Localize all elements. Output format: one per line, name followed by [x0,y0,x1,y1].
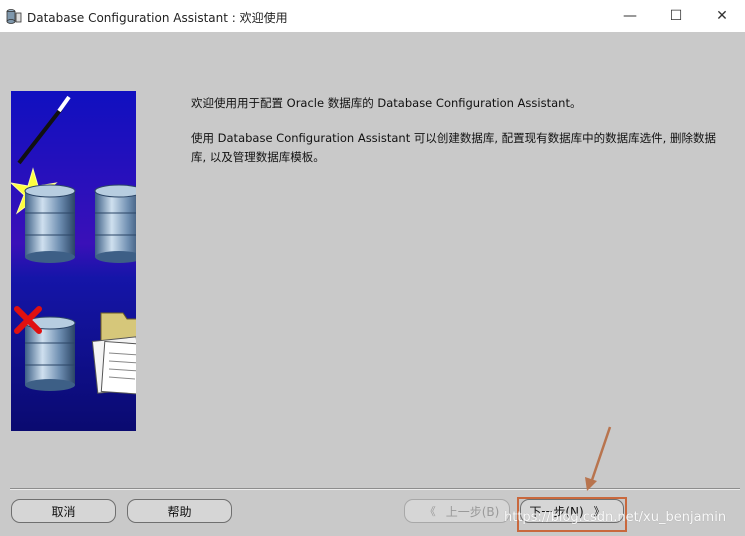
delete-database-icon [14,306,76,391]
close-button[interactable]: ✕ [699,0,745,32]
cancel-button[interactable]: 取消 [11,499,116,523]
database-options-icon [94,184,136,263]
help-button[interactable]: 帮助 [127,499,232,523]
description-text: 使用 Database Configuration Assistant 可以创建… [191,131,716,164]
minimize-button[interactable]: — [607,0,653,32]
database-icon [24,184,76,263]
cancel-button-label: 取消 [51,504,76,519]
help-button-label: 帮助 [167,504,192,519]
welcome-message: 欢迎使用用于配置 Oracle 数据库的 Database Configurat… [191,96,582,110]
back-button[interactable]: 《 上一步(B) [404,499,510,523]
annotation-arrow-icon [585,426,612,491]
close-icon: ✕ [716,8,728,24]
maximize-button[interactable]: ☐ [653,0,699,32]
database-app-icon [6,9,22,24]
back-button-label: 上一步(B) [445,504,500,519]
button-bar-divider [10,488,740,490]
maximize-icon: ☐ [669,8,683,24]
back-arrow-icon: 《 [424,505,436,518]
window-title: Database Configuration Assistant : 欢迎使用 [27,11,288,25]
minimize-icon: — [623,8,637,24]
watermark-text: https://blog.csdn.net/xu_benjamin [504,510,727,525]
wizard-side-image [11,91,136,431]
title-bar: Database Configuration Assistant : 欢迎使用 … [0,0,745,32]
